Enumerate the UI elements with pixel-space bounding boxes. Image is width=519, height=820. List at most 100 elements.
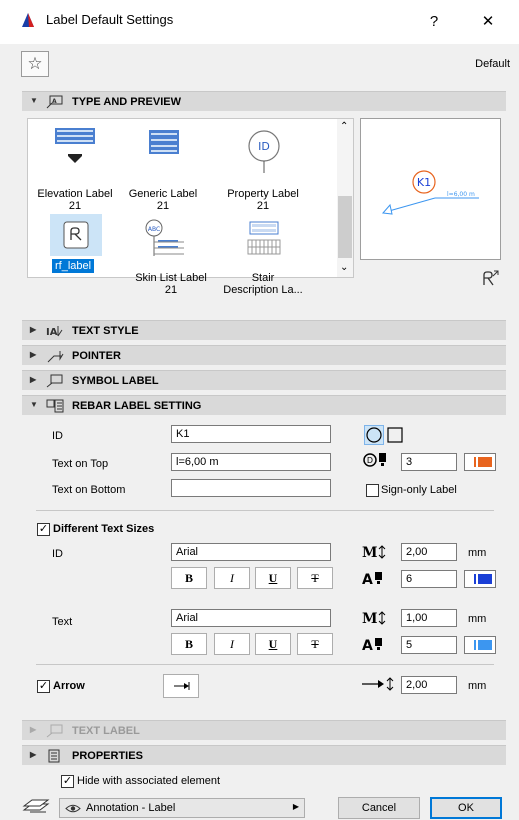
list-item-generic-label[interactable]: Generic Label 21 xyxy=(118,126,208,212)
text-bold-button[interactable]: B xyxy=(171,633,207,655)
text-size-input[interactable]: 1,00 xyxy=(401,609,457,627)
id-strikethrough-button[interactable]: T xyxy=(297,567,333,589)
id-italic-button[interactable]: I xyxy=(214,567,250,589)
text-strikethrough-button[interactable]: T xyxy=(297,633,333,655)
section-rebar-label-setting[interactable]: ▼ REBAR LABEL SETTING xyxy=(22,395,506,415)
ok-button[interactable]: OK xyxy=(430,797,502,819)
text-underline-button[interactable]: U xyxy=(255,633,291,655)
pen-color-fill xyxy=(478,574,492,584)
id-label: ID xyxy=(52,430,63,442)
text-pen-color[interactable] xyxy=(464,636,496,654)
sign-only-checkbox[interactable] xyxy=(366,484,379,497)
hide-with-element-checkbox[interactable]: ✓ xyxy=(61,775,74,788)
default-label: Default xyxy=(475,58,510,70)
help-button[interactable]: ? xyxy=(418,8,450,36)
layer-dropdown-value: Annotation - Label xyxy=(86,802,176,814)
list-item-label: rf_label xyxy=(52,259,95,273)
arrow-size-input[interactable]: 2,00 xyxy=(401,676,457,694)
arrow-checkbox[interactable]: ✓ xyxy=(37,680,50,693)
circle-shape-button[interactable] xyxy=(364,425,384,445)
arrow-label: Arrow xyxy=(53,680,85,692)
pen-color-fill xyxy=(478,640,492,650)
window-title: Label Default Settings xyxy=(46,12,174,27)
arrow-size-icon xyxy=(362,677,394,691)
id-underline-button[interactable]: U xyxy=(255,567,291,589)
scroll-down-icon[interactable]: ⌄ xyxy=(340,262,348,273)
svg-text:ID: ID xyxy=(258,140,270,153)
scrollbar-thumb[interactable] xyxy=(338,196,352,258)
list-item-label: Generic Label 21 xyxy=(128,188,198,212)
collapsed-triangle-icon: ▶ xyxy=(30,325,37,334)
text-font-input[interactable]: Arial xyxy=(171,609,331,627)
pen-color-bar xyxy=(474,457,476,467)
svg-text:A: A xyxy=(362,572,373,586)
rf-label-icon xyxy=(63,221,89,249)
different-text-sizes-label: Different Text Sizes xyxy=(53,523,155,535)
marker-pen-color[interactable] xyxy=(464,453,496,471)
svg-text:A: A xyxy=(362,638,373,652)
id-input[interactable]: K1 xyxy=(171,425,331,443)
arrow-type-button[interactable] xyxy=(163,674,199,698)
section-text-style[interactable]: ▶ IA TEXT STYLE xyxy=(22,320,506,340)
list-item-rf-label[interactable]: rf_label xyxy=(30,214,120,274)
preview-drawing: K1 l=6,00 m xyxy=(381,170,479,215)
collapsed-triangle-icon: ▶ xyxy=(30,350,37,359)
id-size-input[interactable]: 2,00 xyxy=(401,543,457,561)
id-pen-color[interactable] xyxy=(464,570,496,588)
divider xyxy=(36,510,494,511)
pointer-icon xyxy=(47,351,64,363)
circle-icon xyxy=(366,427,382,443)
text-on-top-input[interactable]: l=6,00 m xyxy=(171,453,331,471)
stair-description-label-icon xyxy=(247,221,281,255)
pen-color-fill xyxy=(478,457,492,467)
label-preview: K1 l=6,00 m xyxy=(360,118,501,260)
id-font-input[interactable]: Arial xyxy=(171,543,331,561)
text-on-top-label: Text on Top xyxy=(52,458,109,470)
text-size-icon: M xyxy=(362,611,386,626)
text-size-unit: mm xyxy=(468,613,487,625)
section-properties[interactable]: ▶ PROPERTIES xyxy=(22,745,506,765)
scroll-up-icon[interactable]: ⌃ xyxy=(340,121,348,132)
id-size-unit: mm xyxy=(468,547,487,559)
close-button[interactable]: ✕ xyxy=(472,8,504,36)
text-italic-button[interactable]: I xyxy=(214,633,250,655)
preview-options-button[interactable] xyxy=(478,267,500,289)
square-icon xyxy=(387,427,403,443)
favorites-star-button[interactable]: ☆ xyxy=(21,51,49,77)
arrow-size-unit: mm xyxy=(468,680,487,692)
marker-pen-input[interactable]: 3 xyxy=(401,453,457,471)
svg-text:ABC: ABC xyxy=(148,226,160,233)
section-pointer[interactable]: ▶ POINTER xyxy=(22,345,506,365)
star-icon: ☆ xyxy=(27,54,43,73)
text-on-bottom-input[interactable] xyxy=(171,479,331,497)
id-pen-input[interactable]: 6 xyxy=(401,570,457,588)
svg-text:K1: K1 xyxy=(417,176,431,189)
id-bold-button[interactable]: B xyxy=(171,567,207,589)
symbol-label-icon xyxy=(46,374,63,388)
pen-color-bar xyxy=(474,640,476,650)
marker-pen-icon: D xyxy=(363,453,386,467)
layers-icon xyxy=(22,799,50,813)
text-pen-input[interactable]: 5 xyxy=(401,636,457,654)
section-text-label: ▶ TEXT LABEL xyxy=(22,720,506,740)
eye-icon xyxy=(65,804,81,813)
pen-color-bar xyxy=(474,574,476,584)
property-label-icon: ID xyxy=(248,130,280,173)
list-item-stair-description-label[interactable]: Stair Description La... xyxy=(218,214,308,296)
list-item-elevation-label[interactable]: Elevation Label 21 xyxy=(30,126,120,212)
id-font-label: ID xyxy=(52,548,63,560)
svg-text:M: M xyxy=(362,611,378,626)
cancel-button[interactable]: Cancel xyxy=(338,797,420,819)
section-type-and-preview[interactable]: ▼ A TYPE AND PREVIEW xyxy=(22,91,506,111)
hide-with-element-label: Hide with associated element xyxy=(77,775,221,787)
rebar-label-icon xyxy=(46,399,64,413)
skin-list-label-icon: ABC xyxy=(145,219,184,256)
different-text-sizes-checkbox[interactable]: ✓ xyxy=(37,523,50,536)
square-shape-button[interactable] xyxy=(386,425,406,445)
list-item-property-label[interactable]: ID Property Label 21 xyxy=(218,126,308,212)
section-symbol-label[interactable]: ▶ SYMBOL LABEL xyxy=(22,370,506,390)
dropdown-arrow-icon: ▶ xyxy=(292,802,299,811)
list-item-skin-list-label[interactable]: ABC Skin List Label 21 xyxy=(126,214,216,296)
layer-dropdown[interactable]: Annotation - Label ▶ xyxy=(59,798,305,818)
archicad-app-icon xyxy=(22,13,34,27)
